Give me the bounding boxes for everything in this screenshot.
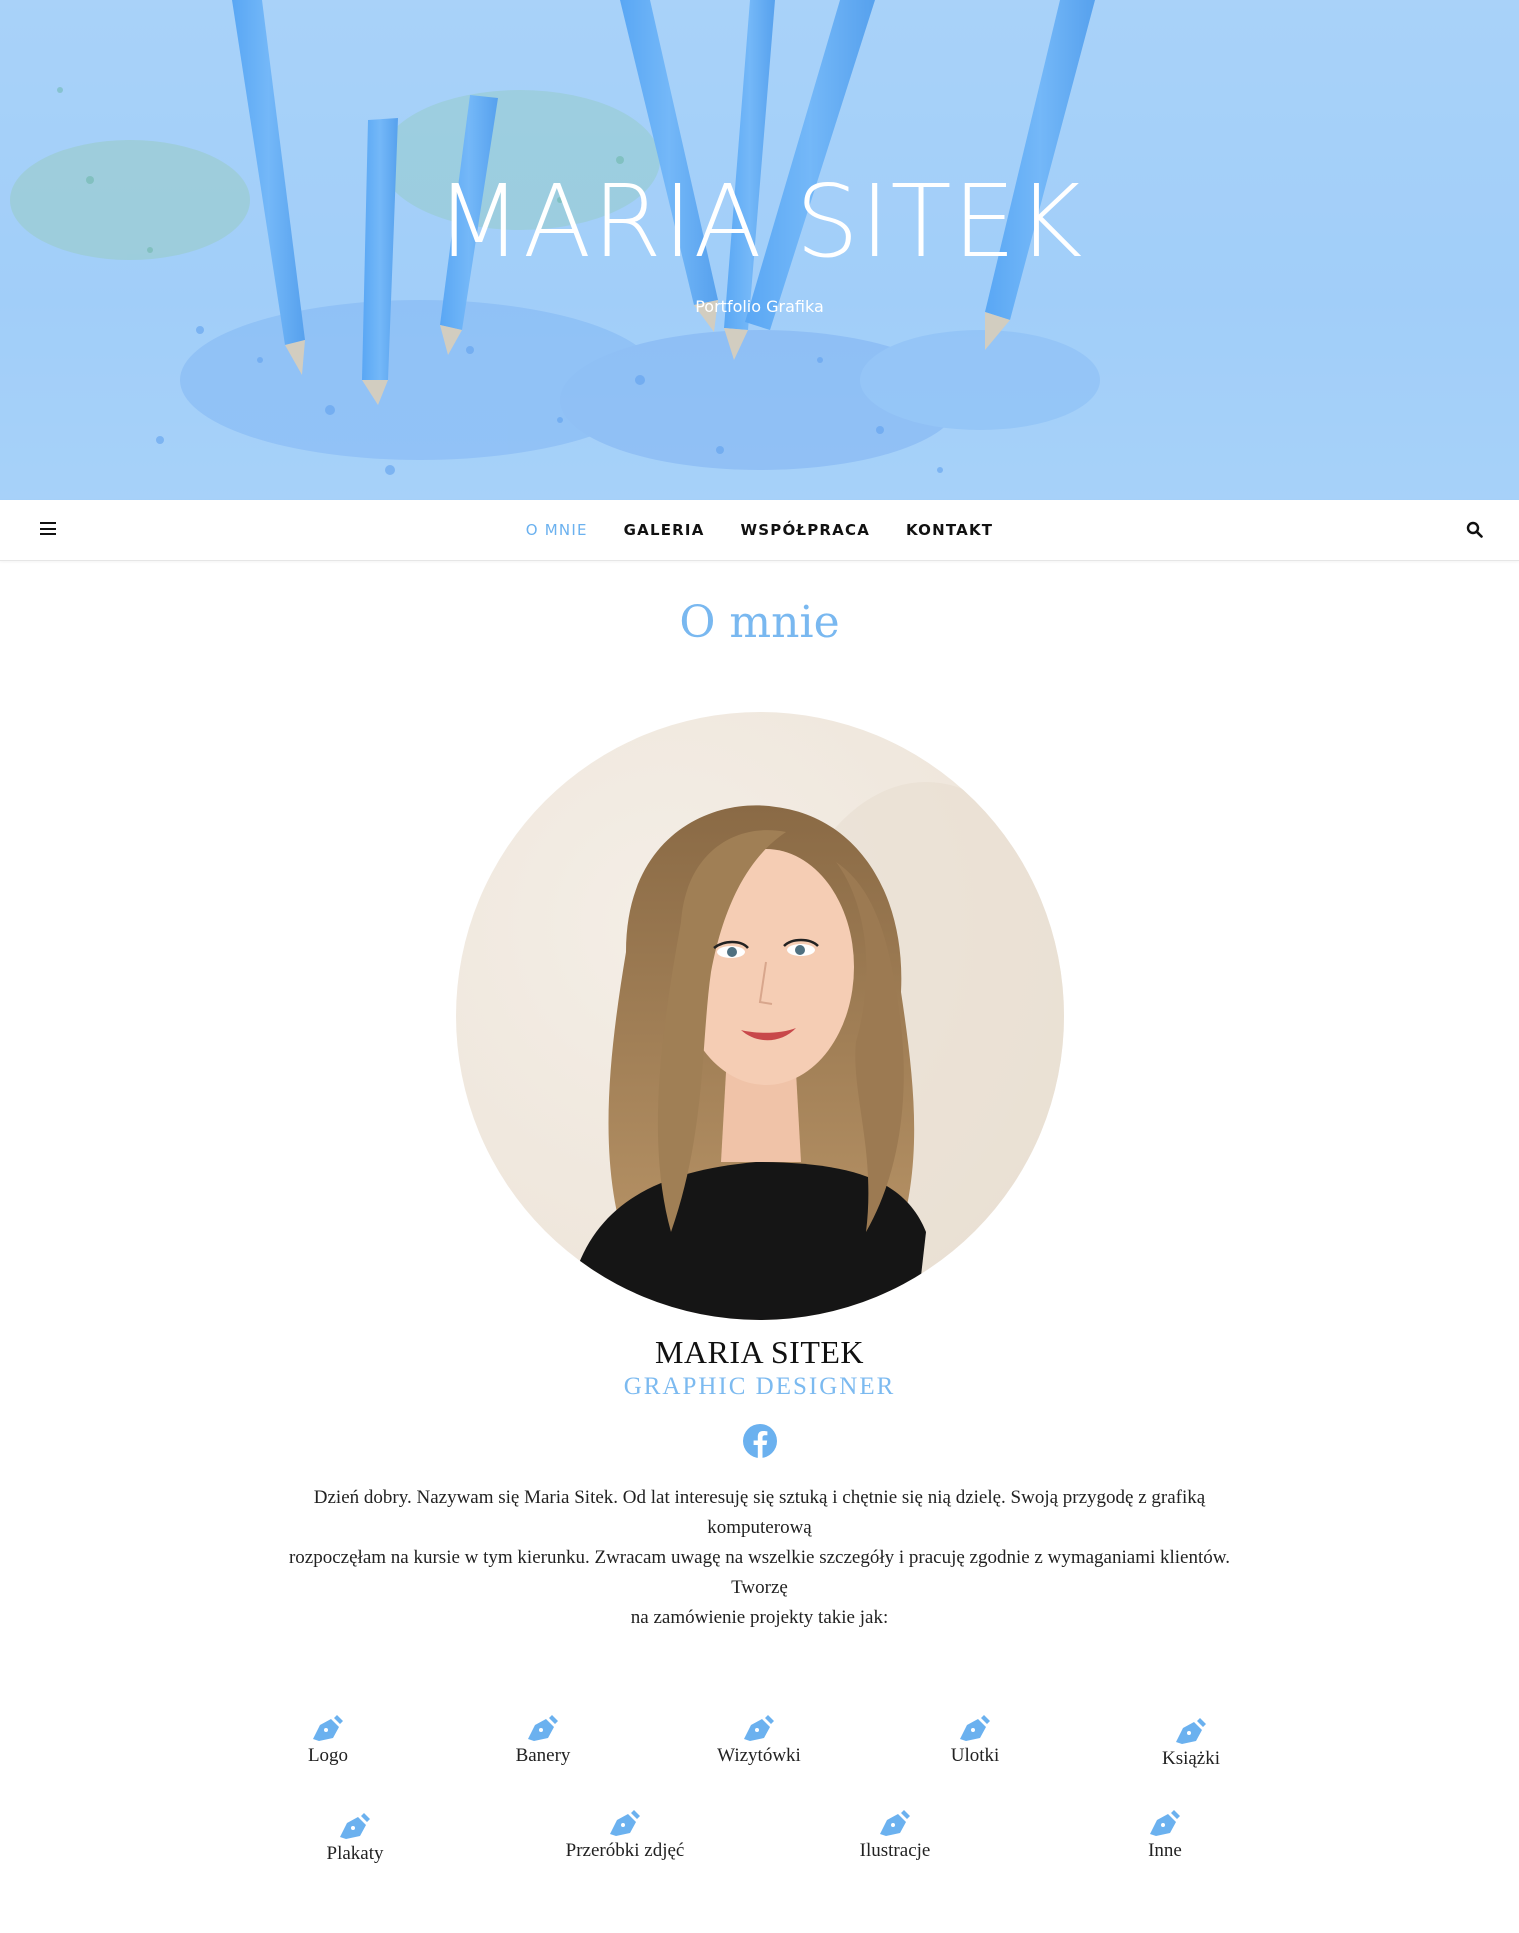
- nav-item-wspolpraca[interactable]: WSPÓŁPRACA: [741, 521, 871, 539]
- pen-nib-icon: [744, 1715, 774, 1741]
- service-item: Logo: [228, 1713, 428, 1767]
- service-item: Ilustracje: [795, 1808, 995, 1862]
- page-title: O mnie: [679, 597, 840, 648]
- facebook-icon[interactable]: [742, 1423, 778, 1459]
- service-label: Inne: [1148, 1840, 1182, 1861]
- nav-item-galeria[interactable]: GALERIA: [624, 521, 705, 539]
- profile-role: GRAPHIC DESIGNER: [623, 1373, 896, 1400]
- service-label: Banery: [515, 1745, 571, 1766]
- service-label: Ulotki: [950, 1745, 1000, 1766]
- service-item: Inne: [1065, 1808, 1265, 1862]
- intro-line: na zamówienie projekty takie jak:: [630, 1607, 889, 1628]
- service-item: Plakaty: [255, 1811, 455, 1865]
- services-list: Logo Banery Wizytówki Ulotki Książki Pla…: [0, 1713, 1519, 1933]
- pen-nib-icon: [313, 1715, 343, 1741]
- hero-banner: MARIA SITEK Portfolio Grafika: [0, 0, 1519, 500]
- nav-item-kontakt[interactable]: KONTAKT: [906, 521, 993, 539]
- intro-line: Dzień dobry. Nazywam się Maria Sitek. Od…: [313, 1487, 1206, 1538]
- site-title[interactable]: MARIA SITEK: [0, 172, 1519, 272]
- site-tagline: Portfolio Grafika: [695, 297, 824, 316]
- service-label: Ilustracje: [859, 1840, 931, 1861]
- service-label: Logo: [307, 1745, 349, 1766]
- service-label: Wizytówki: [717, 1745, 801, 1766]
- intro-line: rozpoczęłam na kursie w tym kierunku. Zw…: [288, 1547, 1231, 1598]
- service-item: Przeróbki zdjęć: [525, 1808, 725, 1862]
- avatar: [455, 712, 1064, 1320]
- service-label: Przeróbki zdjęć: [565, 1840, 685, 1861]
- service-item: Banery: [443, 1713, 643, 1767]
- pen-nib-icon: [610, 1810, 640, 1836]
- service-item: Ulotki: [875, 1713, 1075, 1767]
- service-item: Wizytówki: [659, 1713, 859, 1767]
- pen-nib-icon: [1150, 1810, 1180, 1836]
- pen-nib-icon: [880, 1810, 910, 1836]
- main-navigation: O MNIE GALERIA WSPÓŁPRACA KONTAKT: [0, 500, 1519, 561]
- service-label: Książki: [1161, 1748, 1221, 1769]
- service-item: Książki: [1091, 1716, 1291, 1770]
- pen-nib-icon: [960, 1715, 990, 1741]
- pen-nib-icon: [340, 1813, 370, 1839]
- service-label: Plakaty: [326, 1843, 384, 1864]
- search-icon[interactable]: [1466, 521, 1483, 538]
- nav-item-o-mnie[interactable]: O MNIE: [526, 521, 588, 539]
- profile-name: MARIA SITEK: [654, 1334, 865, 1370]
- intro-paragraph: Dzień dobry. Nazywam się Maria Sitek. Od…: [270, 1483, 1250, 1633]
- profile-photo: [455, 712, 1064, 1320]
- nav-menu: O MNIE GALERIA WSPÓŁPRACA KONTAKT: [0, 500, 1519, 560]
- pen-nib-icon: [1176, 1718, 1206, 1744]
- pen-nib-icon: [528, 1715, 558, 1741]
